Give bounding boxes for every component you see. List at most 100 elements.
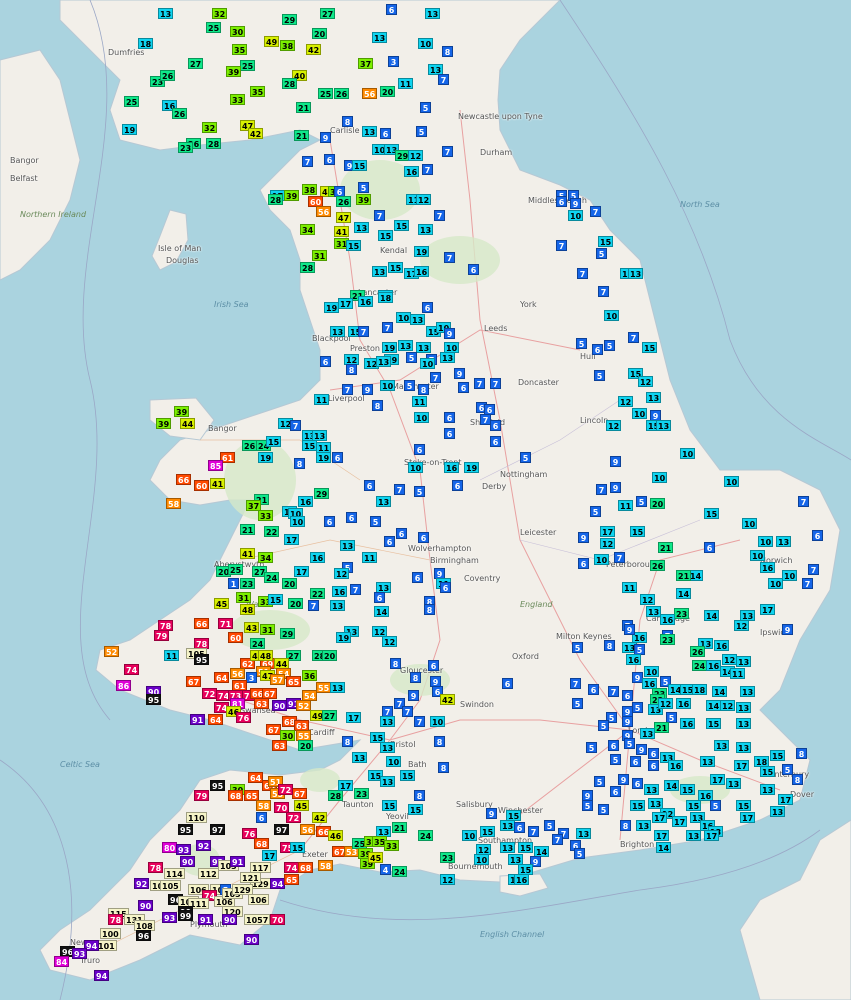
- rain-marker[interactable]: 15: [686, 800, 702, 811]
- rain-marker[interactable]: 17: [294, 566, 310, 577]
- rain-marker[interactable]: 78: [148, 862, 164, 873]
- rain-marker[interactable]: 26: [334, 88, 350, 99]
- rain-marker[interactable]: 8: [294, 458, 305, 469]
- rain-marker[interactable]: 39: [226, 66, 242, 77]
- rain-marker[interactable]: 9: [618, 774, 629, 785]
- rain-marker[interactable]: 16: [668, 760, 684, 771]
- rain-marker[interactable]: 12: [440, 874, 456, 885]
- rain-marker[interactable]: 24: [264, 572, 280, 583]
- rain-marker[interactable]: 12: [638, 376, 654, 387]
- rain-marker[interactable]: 13: [372, 266, 388, 277]
- rain-marker[interactable]: 7: [414, 716, 425, 727]
- rain-marker[interactable]: 91: [230, 856, 246, 867]
- rain-marker[interactable]: 13: [158, 8, 174, 19]
- rain-marker[interactable]: 13: [576, 828, 592, 839]
- rain-marker[interactable]: 11: [398, 78, 414, 89]
- rain-marker[interactable]: 15: [400, 770, 416, 781]
- rain-marker[interactable]: 29: [314, 488, 330, 499]
- rain-marker[interactable]: 52: [296, 700, 312, 711]
- rain-marker[interactable]: 95: [194, 654, 210, 665]
- rain-marker[interactable]: 68: [254, 838, 270, 849]
- rain-marker[interactable]: 85: [208, 460, 224, 471]
- rain-marker[interactable]: 31: [236, 592, 252, 603]
- rain-marker[interactable]: 4: [380, 864, 391, 875]
- rain-marker[interactable]: 9: [408, 690, 419, 701]
- rain-marker[interactable]: 6: [648, 748, 659, 759]
- rain-marker[interactable]: 28: [282, 78, 298, 89]
- rain-marker[interactable]: 12: [640, 594, 656, 605]
- rain-marker[interactable]: 6: [812, 530, 823, 541]
- rain-marker[interactable]: 45: [294, 800, 310, 811]
- rain-marker[interactable]: 10: [680, 448, 696, 459]
- rain-marker[interactable]: 1057: [244, 914, 271, 925]
- rain-marker[interactable]: 17: [652, 812, 668, 823]
- rain-marker[interactable]: 5: [594, 776, 605, 787]
- rain-marker[interactable]: 8: [418, 384, 429, 395]
- rain-marker[interactable]: 6: [592, 344, 603, 355]
- rain-marker[interactable]: 18: [692, 684, 708, 695]
- rain-marker[interactable]: 13: [760, 784, 776, 795]
- rain-marker[interactable]: 13: [330, 326, 346, 337]
- rain-marker[interactable]: 10: [750, 550, 766, 561]
- rain-marker[interactable]: 23: [178, 142, 194, 153]
- rain-marker[interactable]: 19: [258, 452, 274, 463]
- rain-marker[interactable]: 15: [760, 766, 776, 777]
- rain-marker[interactable]: 13: [416, 342, 432, 353]
- rain-marker[interactable]: 15: [518, 842, 534, 853]
- rain-marker[interactable]: 15: [394, 220, 410, 231]
- rain-marker[interactable]: 57: [270, 674, 286, 685]
- rain-marker[interactable]: 9: [610, 456, 621, 467]
- rain-marker[interactable]: 6: [452, 480, 463, 491]
- rain-marker[interactable]: 25: [228, 564, 244, 575]
- rain-marker[interactable]: 5: [610, 754, 621, 765]
- rain-marker[interactable]: 5: [594, 370, 605, 381]
- rain-marker[interactable]: 7: [374, 210, 385, 221]
- rain-marker[interactable]: 67: [186, 676, 202, 687]
- rain-marker[interactable]: 12: [618, 396, 634, 407]
- rain-marker[interactable]: 6: [324, 516, 335, 527]
- rain-marker[interactable]: 16: [514, 874, 530, 885]
- rain-marker[interactable]: 13: [376, 496, 392, 507]
- rain-marker[interactable]: 94: [270, 878, 286, 889]
- rain-marker[interactable]: 8: [796, 748, 807, 759]
- rain-marker[interactable]: 13: [330, 682, 346, 693]
- rain-marker[interactable]: 23: [674, 608, 690, 619]
- rain-marker[interactable]: 17: [338, 780, 354, 791]
- rain-marker[interactable]: 7: [628, 332, 639, 343]
- rain-marker[interactable]: 16: [404, 166, 420, 177]
- rain-marker[interactable]: 100: [100, 928, 121, 939]
- rain-marker[interactable]: 11: [362, 552, 378, 563]
- rain-marker[interactable]: 49: [264, 36, 280, 47]
- rain-marker[interactable]: 7: [434, 210, 445, 221]
- rain-marker[interactable]: 7: [614, 552, 625, 563]
- rain-marker[interactable]: 112: [198, 868, 219, 879]
- rain-marker[interactable]: 22: [310, 588, 326, 599]
- rain-marker[interactable]: 10: [568, 210, 584, 221]
- rain-marker[interactable]: 97: [210, 824, 226, 835]
- rain-marker[interactable]: 13: [646, 392, 662, 403]
- rain-marker[interactable]: 13: [440, 352, 456, 363]
- rain-marker[interactable]: 17: [600, 526, 616, 537]
- rain-marker[interactable]: 30: [230, 26, 246, 37]
- rain-marker[interactable]: 10: [644, 666, 660, 677]
- rain-marker[interactable]: 13: [330, 600, 346, 611]
- rain-marker[interactable]: 5: [632, 702, 643, 713]
- rain-marker[interactable]: 41: [240, 548, 256, 559]
- rain-marker[interactable]: 10: [768, 578, 784, 589]
- rain-marker[interactable]: 10: [380, 380, 396, 391]
- rain-marker[interactable]: 95: [146, 694, 162, 705]
- rain-marker[interactable]: 58: [256, 800, 272, 811]
- rain-marker[interactable]: 25: [240, 60, 256, 71]
- rain-marker[interactable]: 67: [266, 724, 282, 735]
- rain-marker[interactable]: 76: [236, 712, 252, 723]
- rain-marker[interactable]: 16: [714, 640, 730, 651]
- rain-marker[interactable]: 7: [358, 326, 369, 337]
- rain-marker[interactable]: 15: [480, 826, 496, 837]
- rain-marker[interactable]: 10: [594, 554, 610, 565]
- rain-marker[interactable]: 6: [386, 4, 397, 15]
- rain-marker[interactable]: 5: [598, 804, 609, 815]
- rain-marker[interactable]: 16: [298, 496, 314, 507]
- rain-marker[interactable]: 13: [500, 820, 516, 831]
- rain-marker[interactable]: 6: [648, 760, 659, 771]
- rain-marker[interactable]: 15: [302, 440, 318, 451]
